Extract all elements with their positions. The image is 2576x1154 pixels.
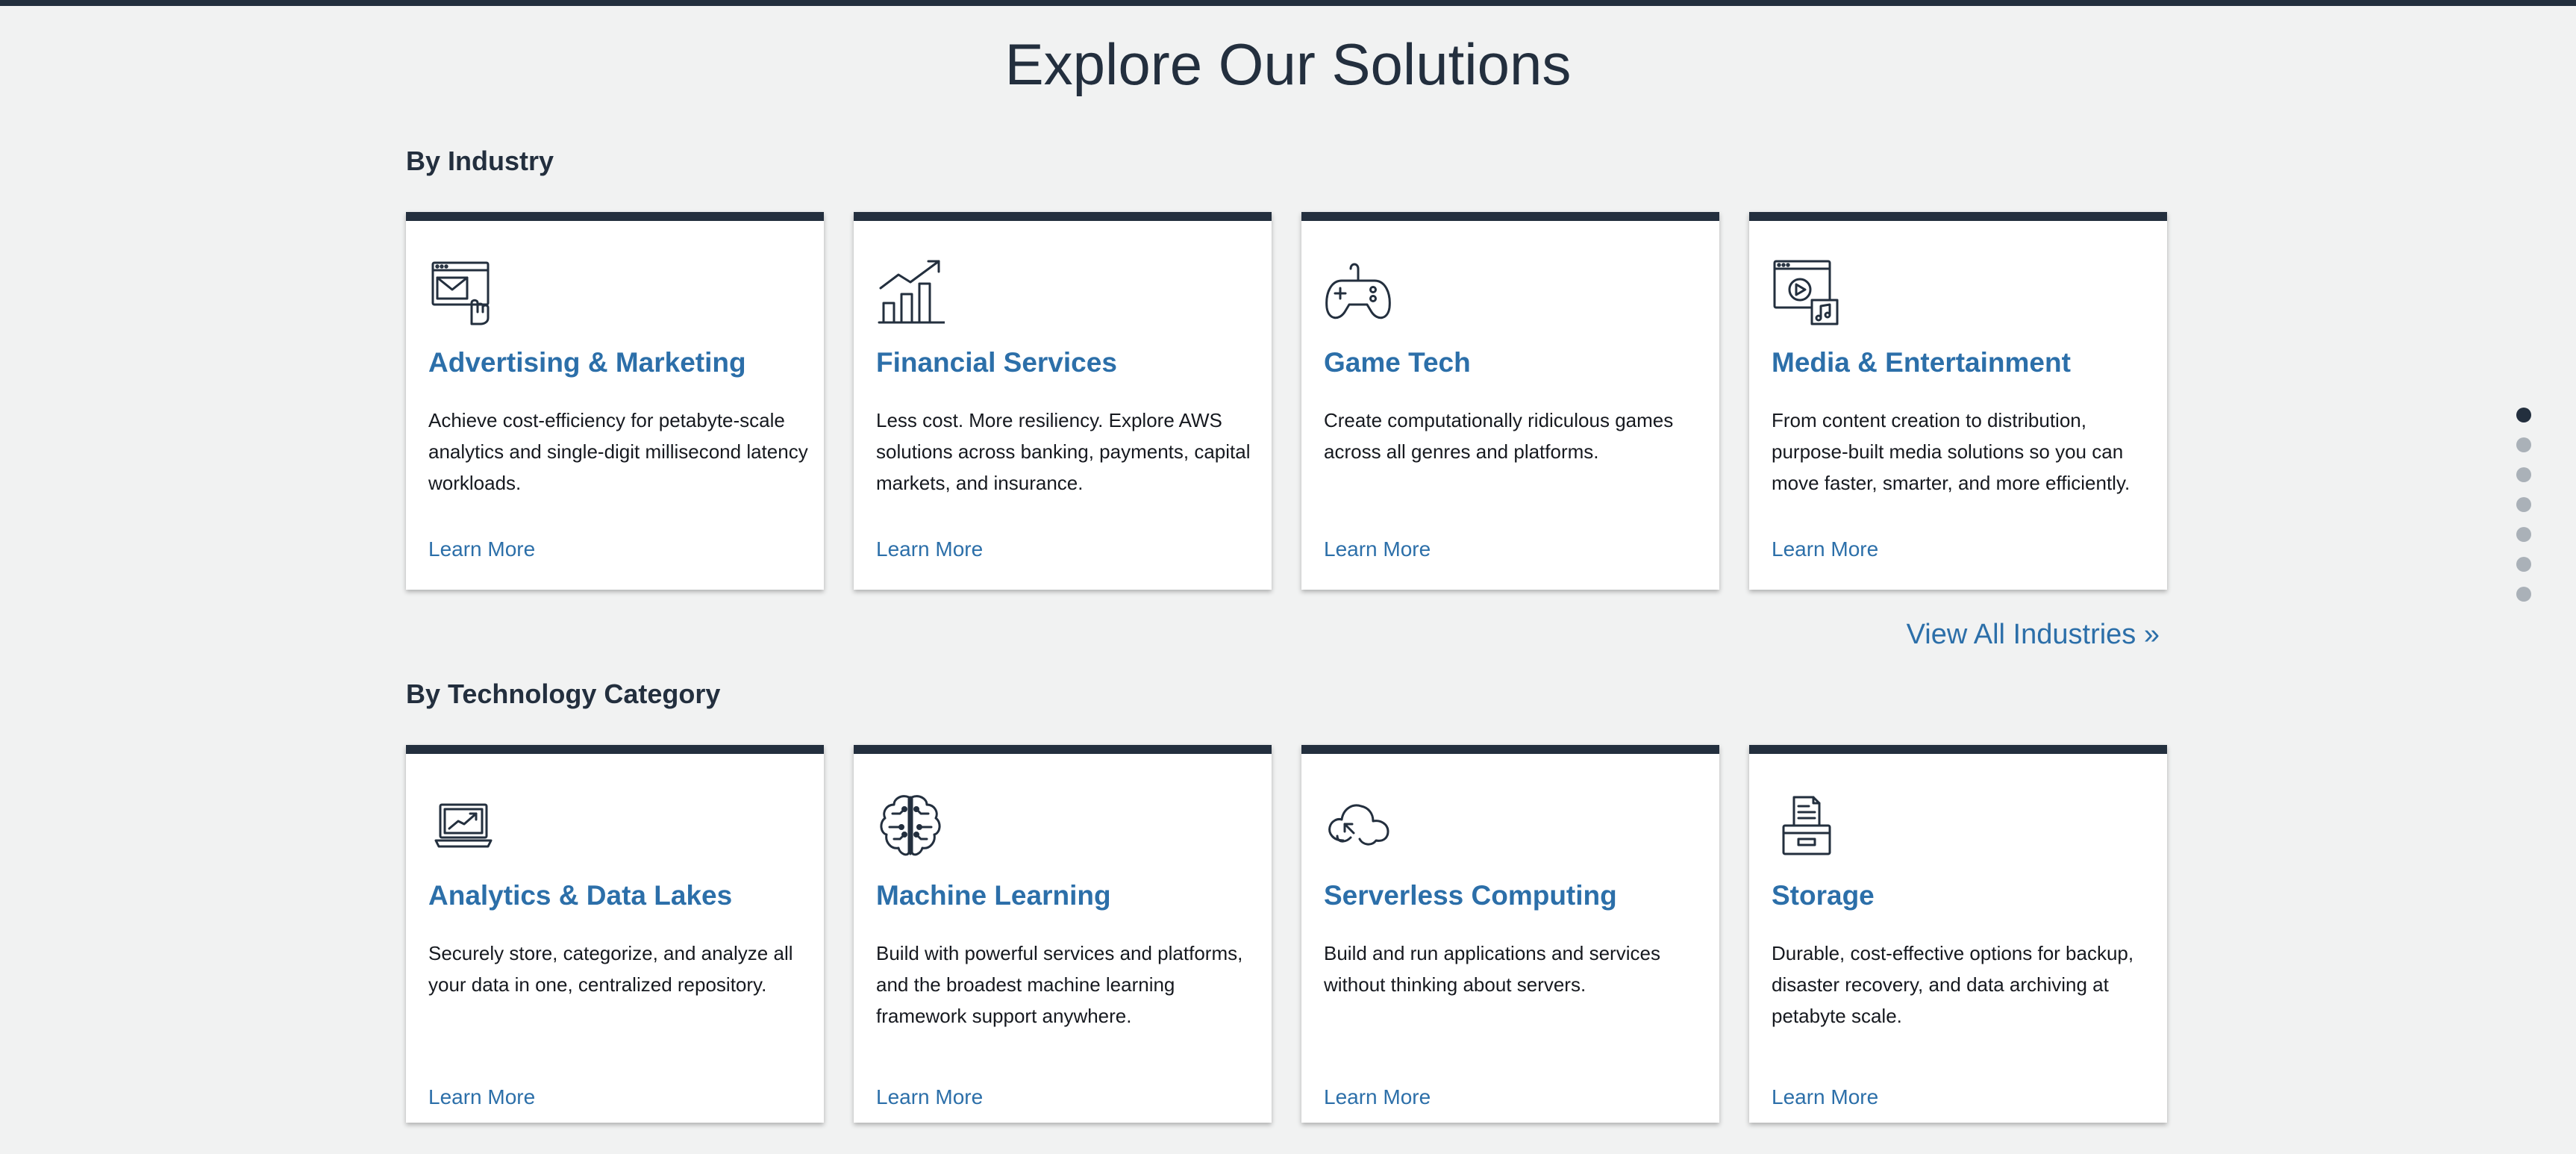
pager-dot[interactable] [2516, 527, 2531, 542]
learn-more-link[interactable]: Learn More [428, 1084, 535, 1111]
pager-dot[interactable] [2516, 467, 2531, 482]
solution-card-analytics: Analytics & Data Lakes Securely store, c… [406, 745, 824, 1123]
cloud-arrow-icon [1324, 791, 1392, 860]
solution-card-serverless: Serverless Computing Build and run appli… [1301, 745, 1719, 1123]
pager-dot[interactable] [2516, 408, 2531, 422]
technology-card-row: Analytics & Data Lakes Securely store, c… [406, 745, 2167, 1123]
brain-circuit-icon [876, 791, 945, 860]
top-bar [0, 0, 2576, 6]
learn-more-link[interactable]: Learn More [876, 1084, 983, 1111]
learn-more-link[interactable]: Learn More [1324, 536, 1431, 563]
card-title: Analytics & Data Lakes [428, 880, 733, 911]
learn-more-link[interactable]: Learn More [1324, 1084, 1431, 1111]
storage-file-icon [1772, 791, 1840, 860]
page-title: Explore Our Solutions [1004, 31, 1572, 97]
card-title: Storage [1772, 880, 1875, 911]
card-title: Machine Learning [876, 880, 1111, 911]
card-description: Durable, cost-effective options for back… [1772, 942, 2134, 1027]
financial-services-icon [876, 258, 945, 327]
industry-card-row: Advertising & Marketing Achieve cost-eff… [406, 212, 2167, 590]
section-pager [2516, 408, 2534, 617]
pager-dot[interactable] [2516, 587, 2531, 602]
game-controller-icon [1324, 258, 1392, 327]
card-title: Financial Services [876, 347, 1117, 378]
card-description: Build with powerful services and platfor… [876, 942, 1243, 1027]
learn-more-link[interactable]: Learn More [1772, 1084, 1878, 1111]
pager-dot[interactable] [2516, 557, 2531, 572]
solution-card-financial-services: Financial Services Less cost. More resil… [854, 212, 1272, 590]
solution-card-media-entertainment: Media & Entertainment From content creat… [1749, 212, 2167, 590]
laptop-chart-icon [428, 791, 497, 860]
solution-card-advertising-marketing: Advertising & Marketing Achieve cost-eff… [406, 212, 824, 590]
pager-dot[interactable] [2516, 437, 2531, 452]
card-description: Create computationally ridiculous games … [1324, 409, 1674, 463]
learn-more-link[interactable]: Learn More [876, 536, 983, 563]
section-heading-technology: By Technology Category [406, 679, 721, 709]
card-description: Less cost. More resiliency. Explore AWS … [876, 409, 1251, 494]
pager-dot[interactable] [2516, 497, 2531, 512]
solution-card-game-tech: Game Tech Create computationally ridicul… [1301, 212, 1719, 590]
solution-card-machine-learning: Machine Learning Build with powerful ser… [854, 745, 1272, 1123]
card-title: Media & Entertainment [1772, 347, 2071, 378]
card-description: Achieve cost-efficiency for petabyte-sca… [428, 409, 808, 494]
section-heading-industry: By Industry [406, 146, 554, 176]
view-all-industries-link[interactable]: View All Industries » [1642, 617, 2160, 652]
card-title: Serverless Computing [1324, 880, 1617, 911]
card-description: Build and run applications and services … [1324, 942, 1660, 996]
solution-card-storage: Storage Durable, cost-effective options … [1749, 745, 2167, 1123]
card-title: Advertising & Marketing [428, 347, 746, 378]
card-description: Securely store, categorize, and analyze … [428, 942, 793, 996]
media-player-icon [1772, 258, 1840, 327]
learn-more-link[interactable]: Learn More [1772, 536, 1878, 563]
learn-more-link[interactable]: Learn More [428, 536, 535, 563]
card-title: Game Tech [1324, 347, 1471, 378]
advertising-marketing-icon [428, 258, 497, 327]
card-description: From content creation to distribution, p… [1772, 409, 2130, 494]
